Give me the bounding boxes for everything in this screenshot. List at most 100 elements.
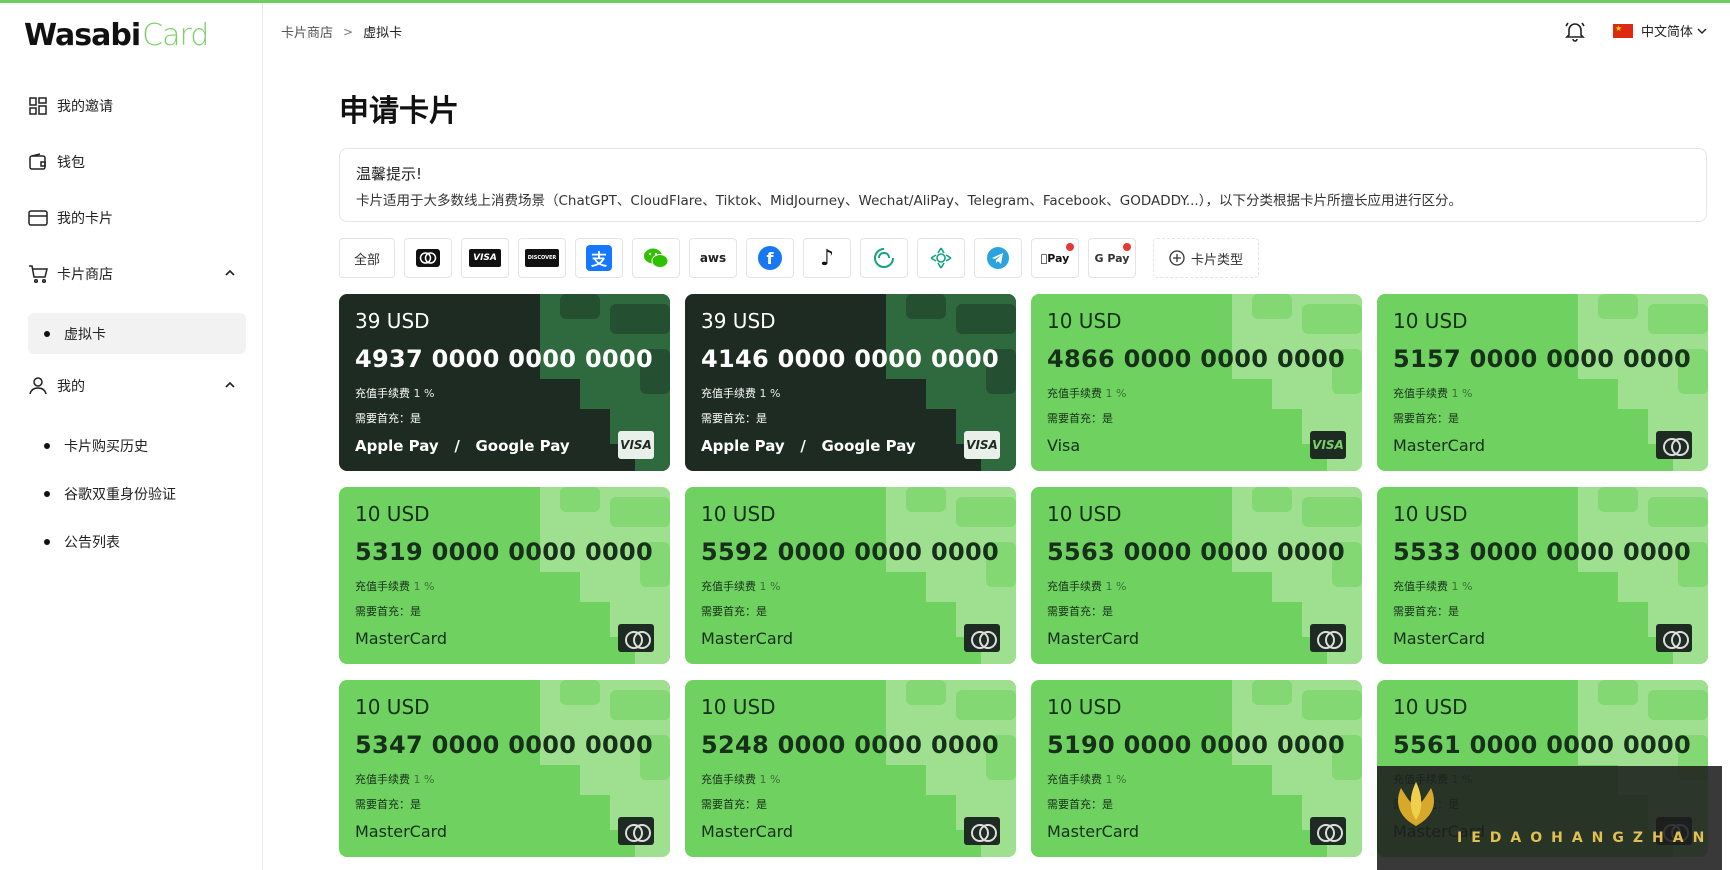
- mastercard-icon: [618, 817, 654, 845]
- card-first-recharge: 需要首充：是: [355, 412, 421, 425]
- chevron-up-icon[interactable]: [222, 265, 238, 281]
- virtual-card[interactable]: 10 USD 5157 0000 0000 0000 充值手续费 1 % 需要首充：是…: [1377, 294, 1708, 471]
- card-fee-value: 1 %: [1451, 387, 1473, 400]
- card-amount: 10 USD: [1047, 502, 1122, 526]
- card-fee-value: 1 %: [759, 580, 781, 593]
- aws-icon: aws: [699, 251, 727, 265]
- card-number: 5533 0000 0000 0000: [1393, 538, 1691, 566]
- wallet-icon: [28, 152, 48, 172]
- card-fee-value: 1 %: [1105, 580, 1127, 593]
- virtual-card[interactable]: 10 USD 5533 0000 0000 0000 充值手续费 1 % 需要首充：是…: [1377, 487, 1708, 664]
- card-fee-value: 1 %: [413, 773, 435, 786]
- bullet-icon: [44, 443, 50, 449]
- bullet-icon: [44, 539, 50, 545]
- brand-logo[interactable]: Wasabi Card: [24, 18, 209, 53]
- card-fee-value: 1 %: [1105, 773, 1127, 786]
- filter-openai[interactable]: [917, 238, 965, 278]
- sidebar-sub-announcements[interactable]: 公告列表: [44, 531, 120, 553]
- virtual-card[interactable]: 39 USD 4937 0000 0000 0000 充值手续费 1 % 需要首充：是…: [339, 294, 670, 471]
- sidebar-item-mine[interactable]: 我的: [28, 371, 238, 401]
- sidebar-sub-virtual-card-label[interactable]: 虚拟卡: [44, 323, 106, 345]
- card-fee: 充值手续费 1 %: [355, 385, 654, 401]
- grid-icon: [28, 96, 48, 116]
- card-number: 5248 0000 0000 0000: [701, 731, 999, 759]
- filter-visa[interactable]: VISA: [461, 238, 509, 278]
- page-title: 申请卡片: [339, 94, 459, 129]
- card-fee-value: 1 %: [759, 773, 781, 786]
- cart-icon: [28, 264, 48, 284]
- filter-telegram[interactable]: [974, 238, 1022, 278]
- card-fee: 充值手续费 1 %: [1393, 578, 1692, 594]
- virtual-card[interactable]: 10 USD 5347 0000 0000 0000 充值手续费 1 % 需要首充：是…: [339, 680, 670, 857]
- language-selector[interactable]: 中文简体: [1613, 21, 1708, 40]
- filter-all[interactable]: 全部: [339, 238, 395, 278]
- sidebar-sub-google-2fa[interactable]: 谷歌双重身份验证: [44, 483, 176, 505]
- card-network-label: MasterCard: [1393, 436, 1486, 455]
- brand-name-part1: Wasabi: [24, 18, 141, 53]
- apple-pay-icon: Pay: [1041, 251, 1070, 265]
- sidebar-item-invite[interactable]: 我的邀请: [28, 91, 113, 121]
- new-badge: [1066, 243, 1074, 251]
- sidebar-item-card-store[interactable]: 卡片商店: [28, 259, 238, 289]
- card-number: 5319 0000 0000 0000: [355, 538, 653, 566]
- card-amount: 10 USD: [1393, 502, 1468, 526]
- notice-title: 温馨提示!: [356, 165, 423, 183]
- mastercard-icon: [618, 624, 654, 652]
- card-fee-label: 充值手续费: [1393, 387, 1448, 400]
- filter-wechat[interactable]: [632, 238, 680, 278]
- mastercard-icon: [964, 624, 1000, 652]
- bell-icon[interactable]: [1564, 20, 1586, 42]
- breadcrumb-item-store[interactable]: 卡片商店: [281, 22, 333, 41]
- card-amount: 10 USD: [1393, 309, 1468, 333]
- watermark-logo-icon: [1397, 782, 1435, 826]
- sidebar-item-my-cards[interactable]: 我的卡片: [28, 203, 113, 233]
- filter-mastercard[interactable]: [404, 238, 452, 278]
- card-fee: 充值手续费 1 %: [701, 771, 1000, 787]
- filter-cloud[interactable]: [860, 238, 908, 278]
- virtual-card[interactable]: 10 USD 5248 0000 0000 0000 充值手续费 1 % 需要首充：是…: [685, 680, 1016, 857]
- virtual-card[interactable]: 10 USD 5190 0000 0000 0000 充值手续费 1 % 需要首充：是…: [1031, 680, 1362, 857]
- virtual-card[interactable]: 10 USD 4866 0000 0000 0000 充值手续费 1 % 需要首充：是…: [1031, 294, 1362, 471]
- alipay-icon: 支: [586, 245, 612, 271]
- card-network-label: Visa: [1047, 436, 1081, 455]
- bullet-icon: [44, 331, 50, 337]
- chevron-down-icon: [1697, 28, 1707, 34]
- filter-card-type[interactable]: 卡片类型: [1153, 238, 1259, 278]
- card-fee-label: 充值手续费: [701, 773, 756, 786]
- card-fee-label: 充值手续费: [701, 580, 756, 593]
- sidebar-sub-purchase-history[interactable]: 卡片购买历史: [44, 435, 148, 457]
- visa-icon: VISA: [1310, 431, 1346, 459]
- filter-facebook[interactable]: f: [746, 238, 794, 278]
- chevron-up-icon[interactable]: [222, 377, 238, 393]
- card-first-recharge: 需要首充：是: [1393, 412, 1459, 425]
- china-flag-icon: [1613, 23, 1633, 38]
- card-number: 5563 0000 0000 0000: [1047, 538, 1345, 566]
- filter-card-type-label: 卡片类型: [1190, 252, 1243, 268]
- virtual-card[interactable]: 10 USD 5592 0000 0000 0000 充值手续费 1 % 需要首充：是…: [685, 487, 1016, 664]
- filter-aws[interactable]: aws: [689, 238, 737, 278]
- sidebar-sub-label: 公告列表: [64, 535, 120, 551]
- card-network-label: MasterCard: [701, 822, 794, 841]
- card-fee-value: 1 %: [759, 387, 781, 400]
- filter-discover[interactable]: DISCOVER: [518, 238, 566, 278]
- virtual-card[interactable]: 10 USD 5563 0000 0000 0000 充值手续费 1 % 需要首充：是…: [1031, 487, 1362, 664]
- card-fee-label: 充值手续费: [701, 387, 756, 400]
- language-label: 中文简体: [1641, 25, 1694, 40]
- filter-google-pay[interactable]: G Pay: [1088, 238, 1136, 278]
- card-network-label: MasterCard: [1047, 822, 1140, 841]
- card-fee: 充值手续费 1 %: [701, 578, 1000, 594]
- breadcrumb-separator: >: [343, 24, 354, 39]
- card-amount: 10 USD: [1047, 695, 1122, 719]
- sidebar-sub-label: 谷歌双重身份验证: [64, 487, 176, 503]
- filter-alipay[interactable]: 支: [575, 238, 623, 278]
- virtual-card[interactable]: 10 USD 5319 0000 0000 0000 充值手续费 1 % 需要首充：是…: [339, 487, 670, 664]
- sidebar-item-wallet[interactable]: 钱包: [28, 147, 85, 177]
- filter-apple-pay[interactable]: Pay: [1031, 238, 1079, 278]
- card-amount: 10 USD: [355, 695, 430, 719]
- card-first-recharge: 需要首充：是: [355, 605, 421, 618]
- card-fee-label: 充值手续费: [1047, 773, 1102, 786]
- telegram-icon: [987, 247, 1009, 269]
- filter-tiktok[interactable]: ♪: [803, 238, 851, 278]
- virtual-card[interactable]: 39 USD 4146 0000 0000 0000 充值手续费 1 % 需要首充：是…: [685, 294, 1016, 471]
- card-amount: 39 USD: [701, 309, 776, 333]
